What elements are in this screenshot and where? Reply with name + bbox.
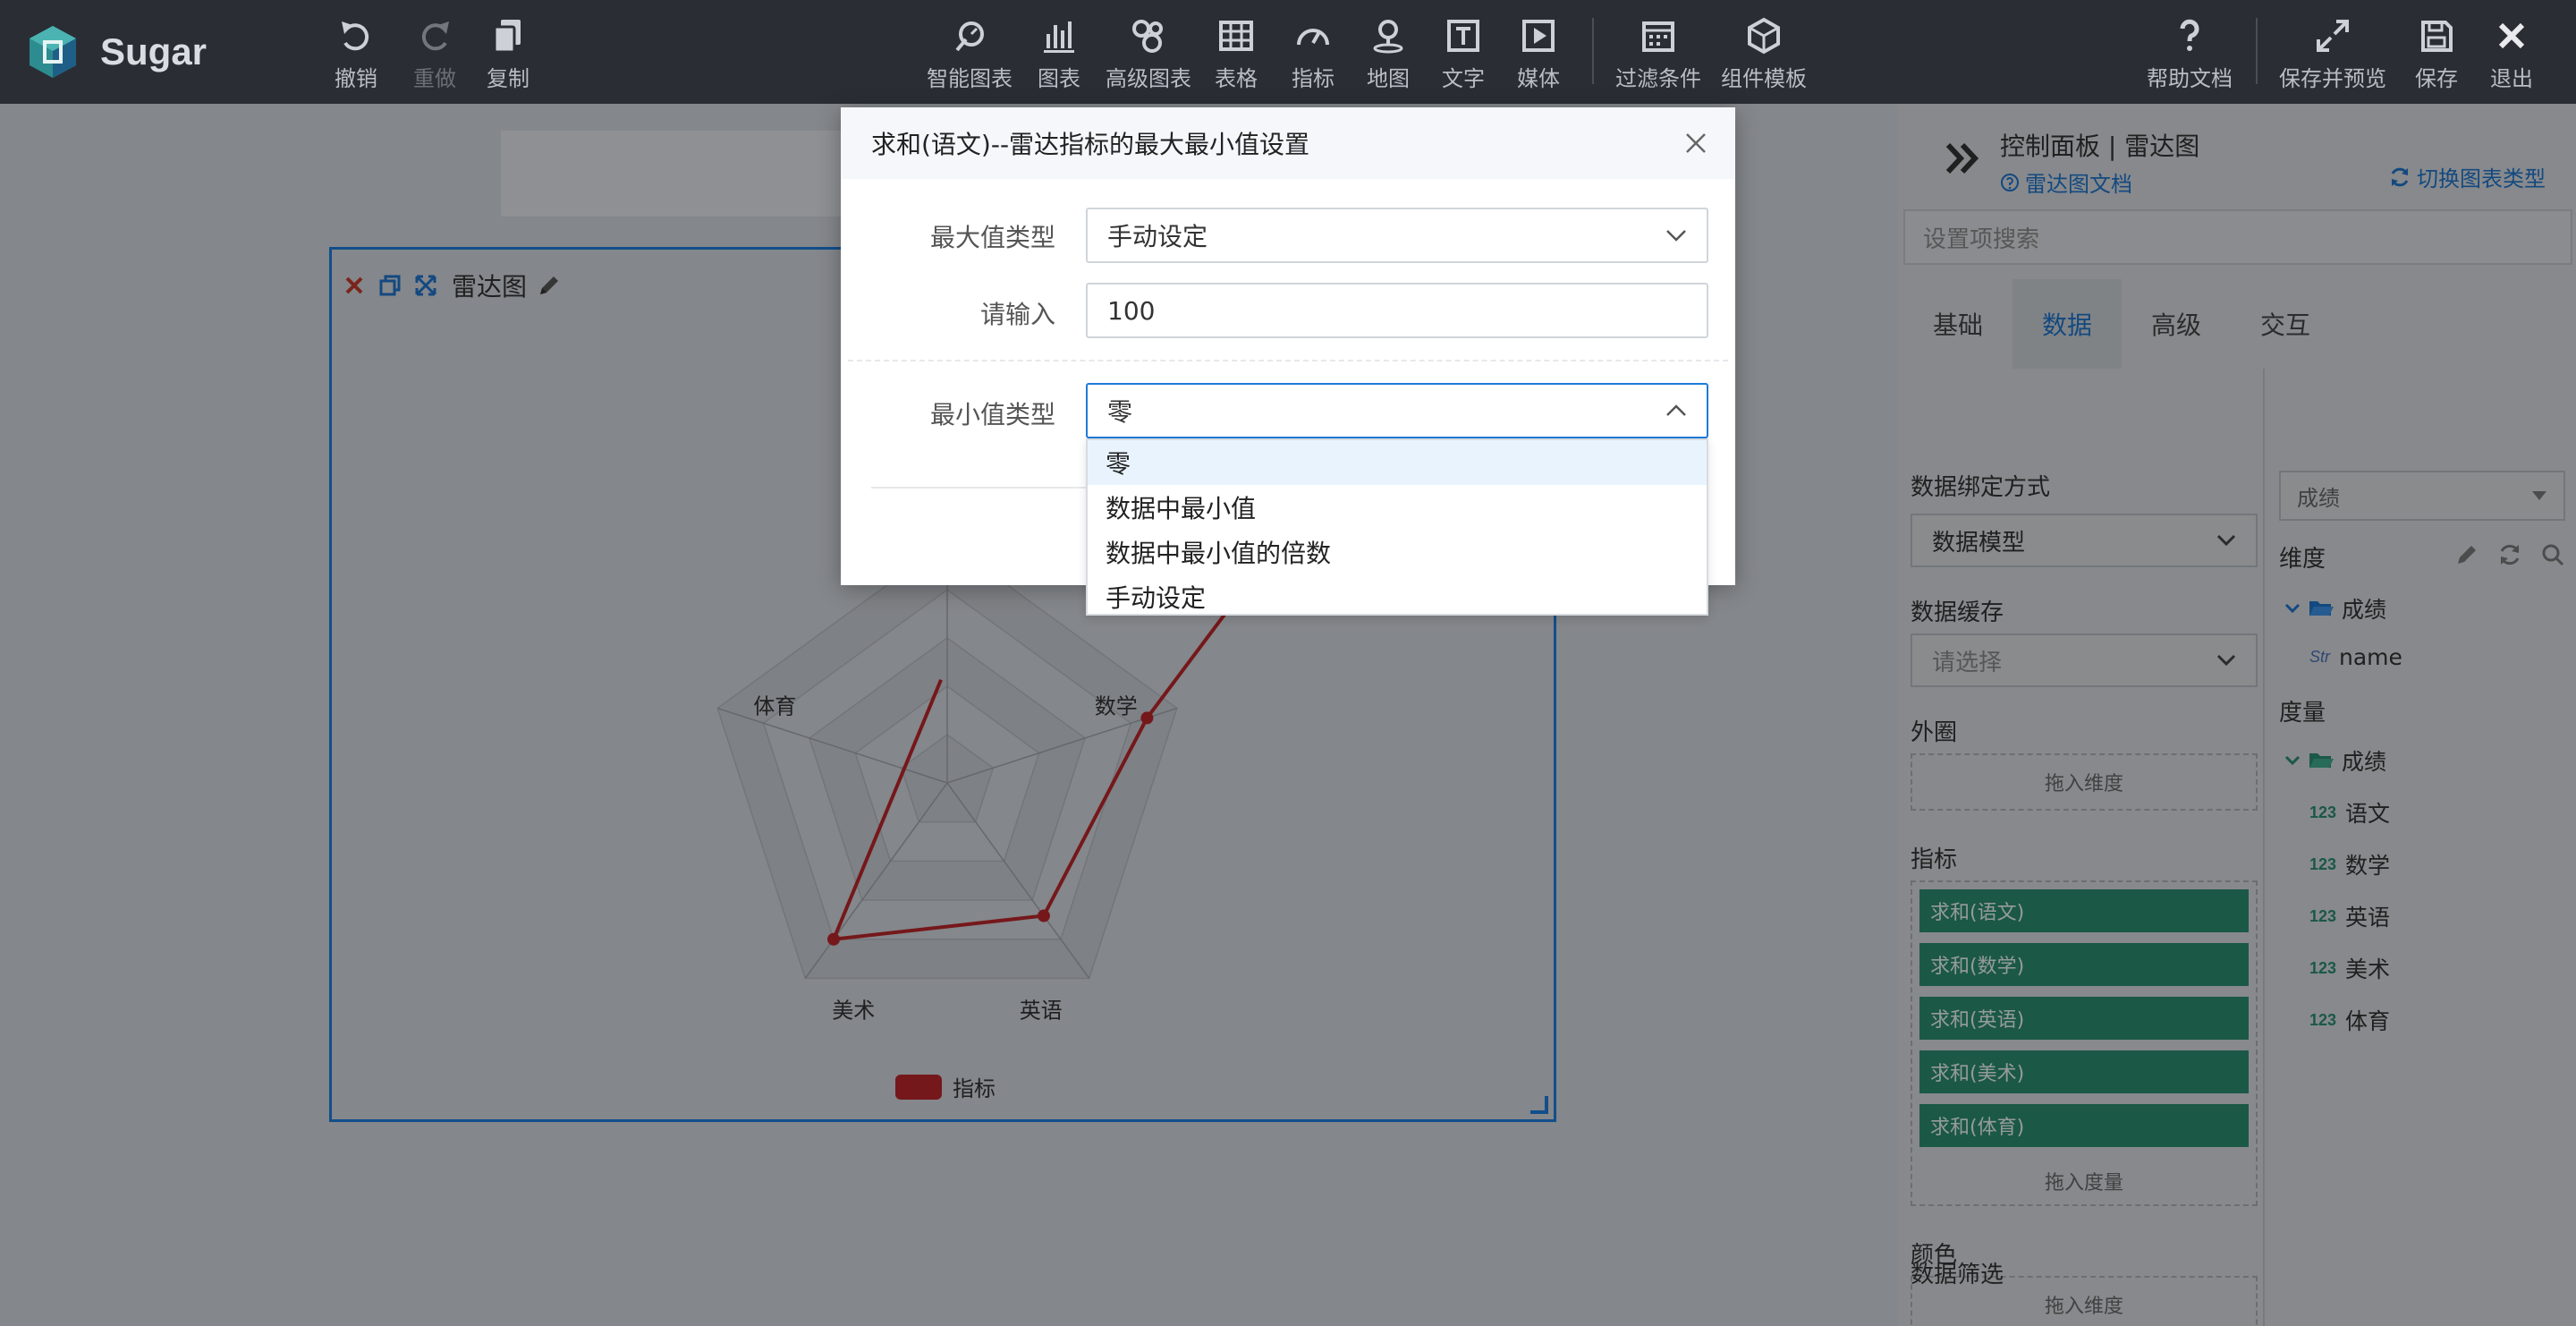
option-data-min[interactable]: 数据中最小值: [1088, 485, 1707, 530]
expand-icon: [2317, 20, 2349, 52]
dialog-divider: [848, 360, 1728, 361]
media-button[interactable]: 媒体: [1517, 16, 1560, 93]
save-preview-button[interactable]: 保存并预览: [2279, 16, 2386, 93]
chevron-up-icon: [1666, 404, 1686, 416]
redo-button[interactable]: 重做: [413, 16, 456, 93]
bar-chart-icon: [1044, 21, 1074, 53]
copy-button[interactable]: 复制: [487, 16, 530, 93]
chevron-down-icon: [1666, 230, 1686, 242]
option-manual[interactable]: 手动设定: [1088, 574, 1707, 619]
smart-chart-button[interactable]: 智能图表: [927, 16, 1013, 93]
top-toolbar: Sugar 撤销 重做 复制 智能图表 图表 高级图表 表格 指标 地图 文字: [0, 0, 2576, 104]
toolbar-divider: [2256, 18, 2258, 84]
max-value-input[interactable]: 100: [1086, 283, 1708, 338]
close-icon[interactable]: [1680, 127, 1712, 159]
max-value-label: 请输入: [979, 300, 1055, 329]
chart-button[interactable]: 图表: [1038, 16, 1080, 93]
sugar-logo-icon: [30, 26, 76, 78]
map-pin-icon: [1373, 20, 1403, 54]
min-type-select[interactable]: 零: [1086, 383, 1708, 438]
play-icon: [1522, 20, 1555, 52]
map-button[interactable]: 地图: [1367, 16, 1410, 93]
advanced-chart-button[interactable]: 高级图表: [1106, 16, 1191, 93]
advanced-chart-icon: [1132, 20, 1163, 53]
table-icon: [1219, 21, 1253, 51]
exit-button[interactable]: 退出: [2490, 16, 2533, 93]
copy-icon: [493, 20, 521, 54]
calendar-filter-icon: [1642, 21, 1674, 52]
text-icon: [1447, 20, 1479, 52]
help-button[interactable]: 帮助文档: [2147, 16, 2233, 93]
max-type-label: 最大值类型: [929, 223, 1055, 252]
dialog-header: 求和(语文)--雷达指标的最大最小值设置: [841, 107, 1735, 179]
save-button[interactable]: 保存: [2415, 16, 2458, 93]
dialog-title: 求和(语文)--雷达指标的最大最小值设置: [871, 130, 1310, 159]
gauge-icon: [1297, 29, 1329, 46]
floppy-save-icon: [2421, 21, 2453, 52]
undo-button[interactable]: 撤销: [335, 16, 377, 93]
filter-button[interactable]: 过滤条件: [1615, 16, 1701, 93]
table-button[interactable]: 表格: [1215, 16, 1258, 93]
cube-icon: [1748, 17, 1780, 55]
component-template-button[interactable]: 组件模板: [1721, 16, 1807, 93]
text-button[interactable]: 文字: [1442, 16, 1485, 93]
undo-icon: [342, 21, 369, 51]
option-data-min-multiple[interactable]: 数据中最小值的倍数: [1088, 530, 1707, 574]
indicator-button[interactable]: 指标: [1292, 16, 1335, 93]
brand: Sugar: [27, 21, 207, 82]
redo-icon: [421, 21, 449, 51]
close-icon: [2498, 22, 2525, 49]
toolbar-divider: [1592, 18, 1594, 84]
question-icon: [2180, 19, 2199, 51]
min-type-label: 最小值类型: [929, 400, 1055, 429]
app-name: Sugar: [100, 30, 208, 72]
max-type-select[interactable]: 手动设定: [1086, 208, 1708, 263]
smart-chart-icon: [955, 21, 984, 52]
min-type-dropdown: 零 数据中最小值 数据中最小值的倍数 手动设定: [1086, 438, 1708, 616]
option-zero[interactable]: 零: [1088, 440, 1707, 485]
